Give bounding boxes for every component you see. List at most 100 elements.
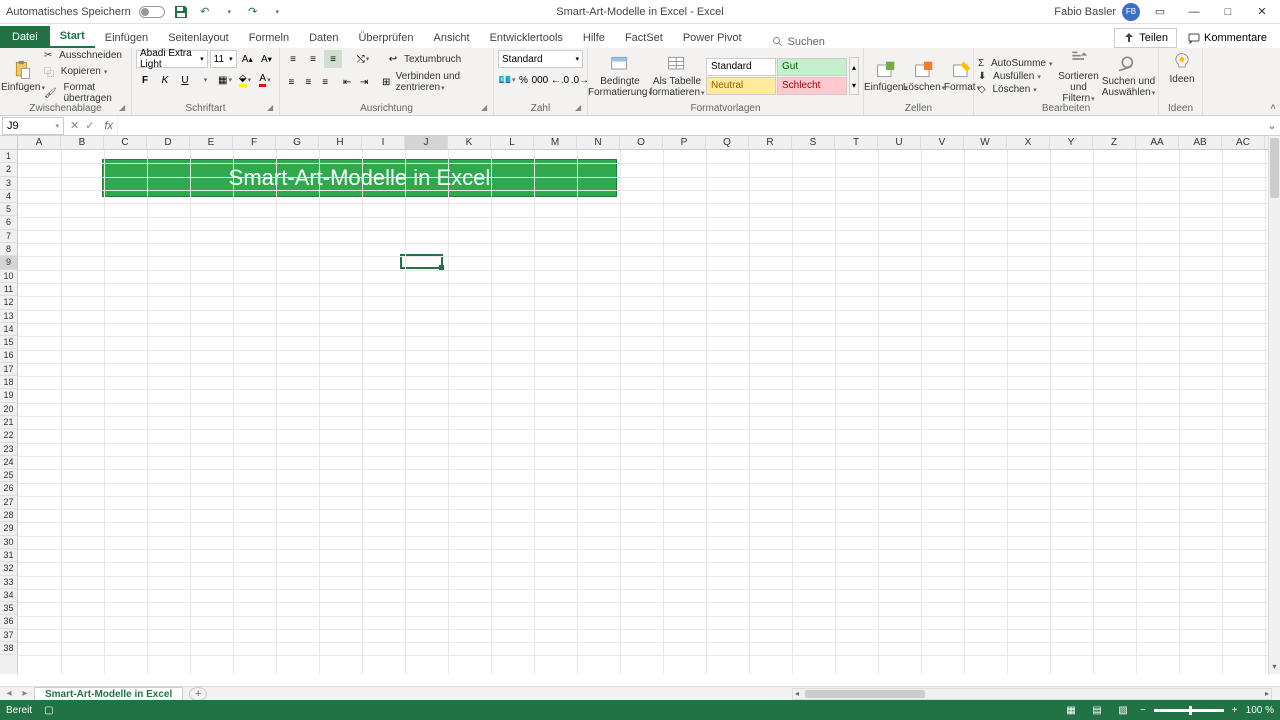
name-box[interactable]: J9▾: [2, 117, 64, 135]
style-schlecht[interactable]: Schlecht: [777, 77, 847, 95]
col-header-Q[interactable]: Q: [706, 136, 749, 149]
decrease-font-icon[interactable]: A▾: [258, 50, 275, 68]
maximize-icon[interactable]: □: [1214, 2, 1242, 22]
title-banner[interactable]: Smart-Art-Modelle in Excel: [102, 159, 617, 197]
tab-file[interactable]: Datei: [0, 26, 50, 48]
autosum-button[interactable]: Σ AutoSumme: [978, 58, 1053, 69]
row-header-24[interactable]: 24: [0, 456, 17, 469]
undo-icon[interactable]: ↶: [197, 4, 213, 20]
tab-data[interactable]: Daten: [299, 28, 348, 48]
cell-styles-gallery[interactable]: Standard Gut Neutral Schlecht: [706, 58, 847, 95]
percent-button[interactable]: %: [518, 71, 529, 89]
col-header-K[interactable]: K: [448, 136, 491, 149]
cells-area[interactable]: Smart-Art-Modelle in Excel: [18, 150, 1268, 674]
tab-pagelayout[interactable]: Seitenlayout: [158, 28, 239, 48]
row-header-21[interactable]: 21: [0, 416, 17, 429]
align-bottom-icon[interactable]: ≡: [324, 50, 342, 68]
copy-button[interactable]: ⿻ Kopieren: [44, 64, 127, 79]
tab-insert[interactable]: Einfügen: [95, 28, 158, 48]
search-box[interactable]: Suchen: [752, 36, 825, 48]
sheet-tab-active[interactable]: Smart-Art-Modelle in Excel: [34, 687, 183, 701]
row-header-17[interactable]: 17: [0, 363, 17, 376]
row-header-31[interactable]: 31: [0, 549, 17, 562]
row-header-1[interactable]: 1: [0, 150, 17, 163]
row-header-4[interactable]: 4: [0, 190, 17, 203]
decrease-decimal-icon[interactable]: .0→: [571, 71, 589, 89]
qat-customize[interactable]: [269, 4, 285, 20]
row-header-36[interactable]: 36: [0, 615, 17, 628]
cut-button[interactable]: ✂ Ausschneiden: [44, 50, 127, 61]
row-header-28[interactable]: 28: [0, 509, 17, 522]
tab-powerpivot[interactable]: Power Pivot: [673, 28, 752, 48]
minimize-icon[interactable]: ―: [1180, 2, 1208, 22]
align-center-icon[interactable]: ≡: [301, 73, 316, 91]
col-header-B[interactable]: B: [61, 136, 104, 149]
scroll-left-icon[interactable]: ◂: [795, 689, 799, 698]
comments-button[interactable]: Kommentare: [1179, 28, 1276, 48]
col-header-F[interactable]: F: [233, 136, 276, 149]
col-header-L[interactable]: L: [491, 136, 534, 149]
col-header-A[interactable]: A: [18, 136, 61, 149]
view-pagelayout-icon[interactable]: ▤: [1088, 703, 1106, 717]
zoom-in-icon[interactable]: +: [1232, 705, 1238, 716]
row-header-9[interactable]: 9: [0, 256, 17, 269]
find-select-button[interactable]: Suchen und Auswählen: [1105, 52, 1153, 100]
row-header-5[interactable]: 5: [0, 203, 17, 216]
sheet-nav-next-icon[interactable]: ▸: [18, 688, 32, 699]
col-header-M[interactable]: M: [534, 136, 577, 149]
row-header-26[interactable]: 26: [0, 482, 17, 495]
row-header-38[interactable]: 38: [0, 642, 17, 655]
accept-formula-icon[interactable]: ✓: [85, 119, 94, 132]
cancel-formula-icon[interactable]: ✕: [70, 119, 79, 132]
row-header-34[interactable]: 34: [0, 589, 17, 602]
row-header-22[interactable]: 22: [0, 429, 17, 442]
style-standard[interactable]: Standard: [706, 58, 776, 76]
col-header-R[interactable]: R: [749, 136, 792, 149]
col-header-N[interactable]: N: [577, 136, 620, 149]
increase-decimal-icon[interactable]: ←.0: [551, 71, 569, 89]
underline-button[interactable]: U: [176, 71, 194, 89]
row-header-23[interactable]: 23: [0, 443, 17, 456]
horizontal-scrollbar[interactable]: ◂ ▸: [792, 688, 1272, 700]
row-header-33[interactable]: 33: [0, 576, 17, 589]
number-format-combo[interactable]: Standard▾: [498, 50, 583, 68]
fill-color-button[interactable]: ⬙: [236, 71, 254, 89]
currency-button[interactable]: 💶: [498, 71, 516, 89]
wrap-text-button[interactable]: ↩: [384, 50, 402, 68]
col-header-C[interactable]: C: [104, 136, 147, 149]
sheet-nav-prev-icon[interactable]: ◂: [2, 688, 16, 699]
row-header-12[interactable]: 12: [0, 296, 17, 309]
col-header-AC[interactable]: AC: [1222, 136, 1265, 149]
row-header-35[interactable]: 35: [0, 602, 17, 615]
bold-button[interactable]: F: [136, 71, 154, 89]
select-all-corner[interactable]: [0, 136, 18, 150]
merge-button[interactable]: Verbinden und zentrieren: [396, 71, 489, 93]
col-header-I[interactable]: I: [362, 136, 405, 149]
row-header-13[interactable]: 13: [0, 310, 17, 323]
sort-filter-button[interactable]: Sortieren und Filtern: [1055, 47, 1103, 106]
number-dialog-icon[interactable]: ◢: [575, 103, 585, 113]
fx-icon[interactable]: fx: [100, 120, 117, 132]
share-button[interactable]: Teilen: [1114, 28, 1177, 48]
format-as-table-button[interactable]: Als Tabelle formatieren: [650, 52, 704, 100]
ribbon-display-icon[interactable]: ▭: [1146, 2, 1174, 22]
expand-formula-icon[interactable]: ⌄: [1264, 119, 1280, 132]
formula-input[interactable]: [117, 117, 1264, 135]
col-header-P[interactable]: P: [663, 136, 706, 149]
row-header-20[interactable]: 20: [0, 403, 17, 416]
fill-button[interactable]: ⬇ Ausfüllen: [978, 71, 1053, 82]
hscroll-thumb[interactable]: [805, 690, 925, 698]
row-header-7[interactable]: 7: [0, 230, 17, 243]
row-header-25[interactable]: 25: [0, 469, 17, 482]
column-headers[interactable]: ABCDEFGHIJKLMNOPQRSTUVWXYZAAABAC: [18, 136, 1268, 150]
decrease-indent-icon[interactable]: ⇤: [340, 73, 355, 91]
autosave-toggle[interactable]: [139, 6, 165, 18]
row-header-15[interactable]: 15: [0, 336, 17, 349]
row-header-6[interactable]: 6: [0, 216, 17, 229]
redo-icon[interactable]: ↷: [245, 4, 261, 20]
row-header-2[interactable]: 2: [0, 163, 17, 176]
new-sheet-button[interactable]: +: [189, 687, 207, 701]
col-header-E[interactable]: E: [190, 136, 233, 149]
underline-more[interactable]: [196, 71, 214, 89]
font-name-combo[interactable]: Abadi Extra Light▾: [136, 50, 208, 68]
